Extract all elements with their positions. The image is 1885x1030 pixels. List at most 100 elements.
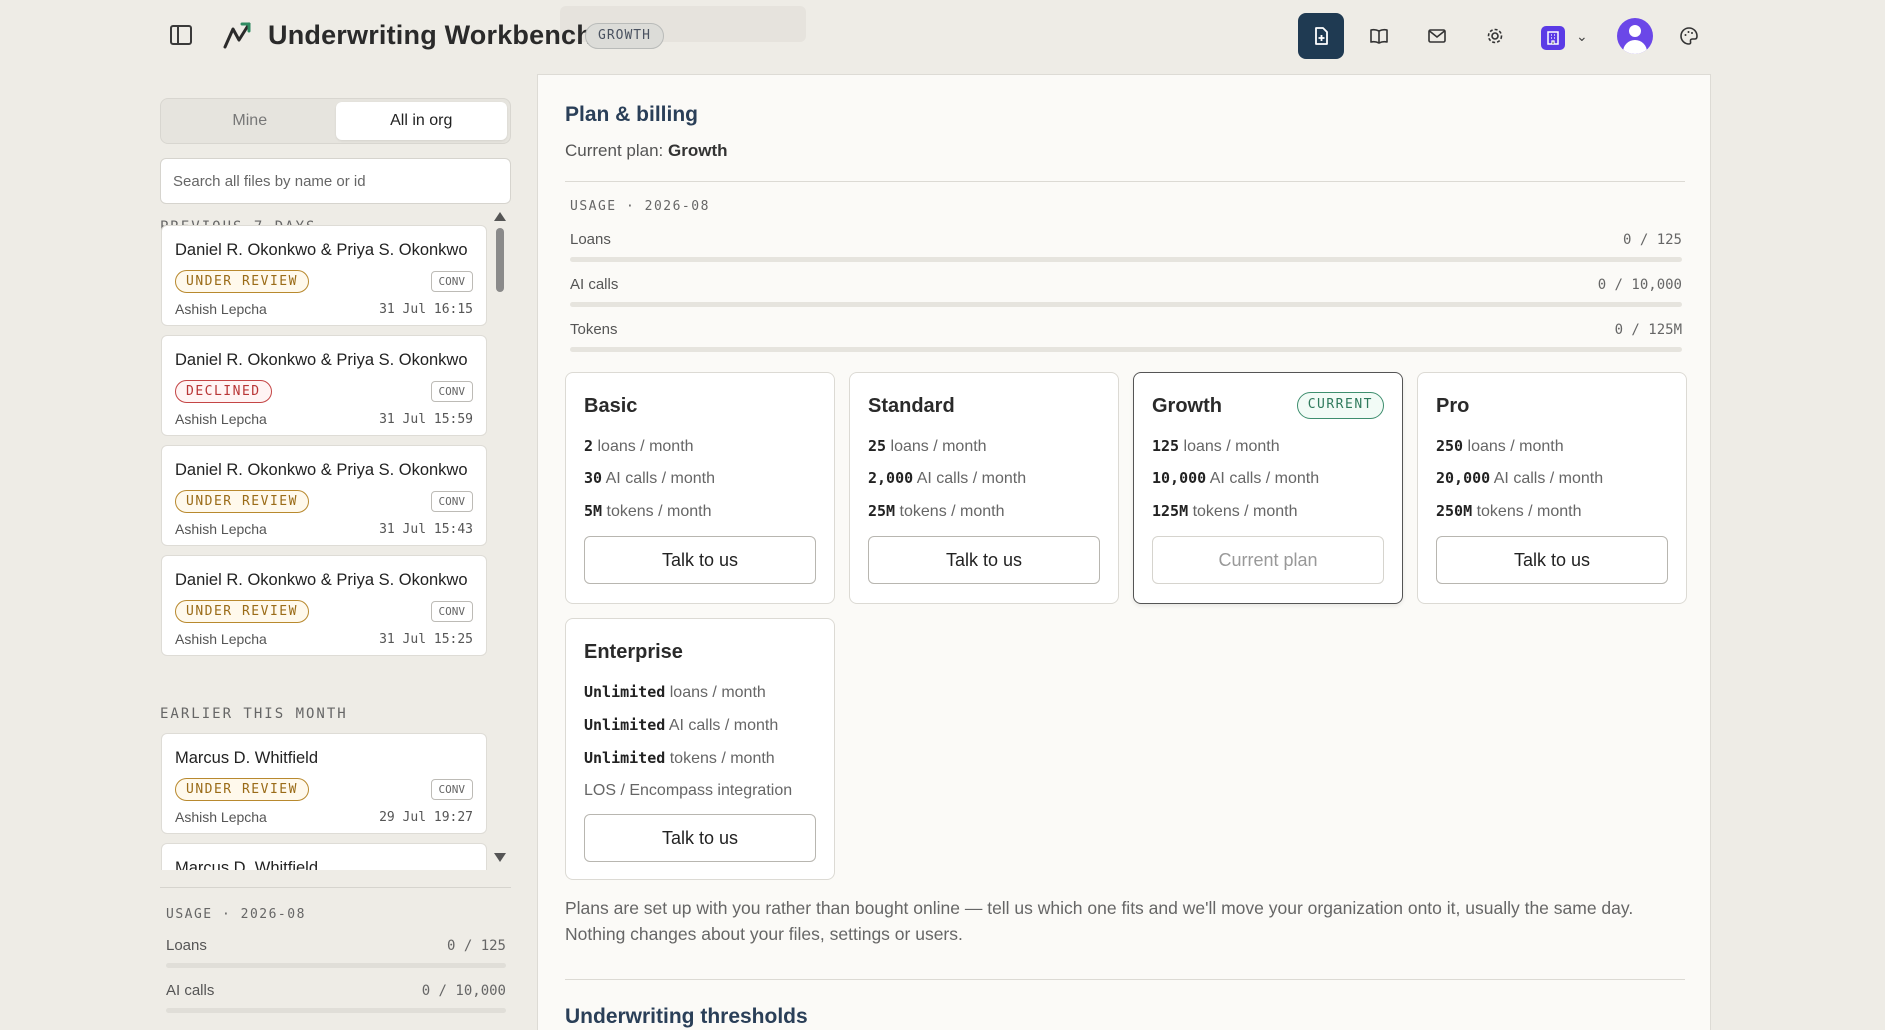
docs-button[interactable] xyxy=(1356,13,1402,59)
file-card[interactable]: Marcus D. Whitfield xyxy=(161,843,487,870)
meter-value: 0 / 10,000 xyxy=(1597,277,1682,293)
new-file-button[interactable] xyxy=(1298,13,1344,59)
plan-card-basic: Basic 2 loans / month 30 AI calls / mont… xyxy=(565,372,835,604)
file-sidebar: Mine All in org PREVIOUS 7 DAYS Daniel R… xyxy=(160,74,512,1030)
usage-meter-tokens: Tokens 0 / 125M xyxy=(570,321,1682,352)
file-card[interactable]: Daniel R. Okonkwo & Priya S. Okonkwo UND… xyxy=(161,555,487,656)
scroll-down-arrow-icon[interactable] xyxy=(494,853,506,862)
file-owner: Ashish Lepcha xyxy=(175,631,267,647)
file-list: Daniel R. Okonkwo & Priya S. Okonkwo UND… xyxy=(160,210,490,870)
section-title-thresholds: Underwriting thresholds xyxy=(565,1005,808,1028)
talk-to-us-button[interactable]: Talk to us xyxy=(584,536,816,584)
file-card[interactable]: Daniel R. Okonkwo & Priya S. Okonkwo DEC… xyxy=(161,335,487,436)
plan-feature: Unlimited AI calls / month xyxy=(584,716,779,734)
palette-icon xyxy=(1680,27,1698,45)
theme-button[interactable] xyxy=(1666,13,1712,59)
plan-feature: 125M tokens / month xyxy=(1152,502,1298,520)
file-name: Marcus D. Whitfield xyxy=(175,749,319,767)
sidebar-usage-label: USAGE · 2026-08 xyxy=(166,907,306,922)
tab-mine[interactable]: Mine xyxy=(164,102,336,140)
section-label-earlier-this-month: EARLIER THIS MONTH xyxy=(160,706,348,722)
page-title: Plan & billing xyxy=(565,103,699,126)
sidebar-toggle-icon[interactable] xyxy=(170,25,192,45)
file-card[interactable]: Daniel R. Okonkwo & Priya S. Okonkwo UND… xyxy=(161,225,487,326)
meter-label: Tokens xyxy=(570,321,618,338)
loan-type-badge: CONV xyxy=(430,271,473,292)
file-card[interactable]: Daniel R. Okonkwo & Priya S. Okonkwo UND… xyxy=(161,445,487,546)
book-open-icon xyxy=(1370,28,1388,44)
logo-icon xyxy=(223,22,251,49)
talk-to-us-button[interactable]: Talk to us xyxy=(584,814,816,862)
billing-panel: Plan & billing Current plan: Growth USAG… xyxy=(537,74,1711,1030)
meter-bar xyxy=(570,257,1682,262)
search-input[interactable] xyxy=(160,158,511,204)
sidebar-scrollbar[interactable] xyxy=(494,212,506,862)
divider xyxy=(160,887,511,888)
plan-card-growth: Growth CURRENT 125 loans / month 10,000 … xyxy=(1133,372,1403,604)
plan-feature: 2 loans / month xyxy=(584,437,694,455)
file-date: 31 Jul 15:25 xyxy=(379,632,473,647)
meter-label: AI calls xyxy=(570,276,619,293)
status-badge: DECLINED xyxy=(175,380,272,403)
loan-type-badge: CONV xyxy=(430,381,473,402)
file-owner: Ashish Lepcha xyxy=(175,301,267,317)
plan-name: Basic xyxy=(584,395,638,417)
messages-button[interactable] xyxy=(1414,13,1460,59)
file-name: Marcus D. Whitfield xyxy=(175,859,319,870)
app-title: Underwriting Workbench xyxy=(268,20,593,50)
meter-value: 0 / 125 xyxy=(446,938,506,954)
plans-note: Plans are set up with you rather than bo… xyxy=(565,898,1634,944)
meter-bar xyxy=(570,347,1682,352)
loan-type-badge: CONV xyxy=(430,779,473,800)
building-icon xyxy=(1547,31,1559,45)
plan-card-enterprise: Enterprise Unlimited loans / month Unlim… xyxy=(565,618,835,880)
tab-all-in-org[interactable]: All in org xyxy=(335,102,507,140)
file-name: Daniel R. Okonkwo & Priya S. Okonkwo xyxy=(175,351,468,369)
meter-label: Loans xyxy=(570,231,611,248)
scope-toggle: Mine All in org xyxy=(160,98,511,144)
current-plan-name: Growth xyxy=(668,141,728,160)
settings-button[interactable] xyxy=(1472,13,1518,59)
plan-feature: 20,000 AI calls / month xyxy=(1436,469,1604,487)
divider xyxy=(565,979,1685,980)
plan-name: Enterprise xyxy=(584,641,683,663)
plan-feature: 25M tokens / month xyxy=(868,502,1005,520)
chevron-down-icon[interactable]: ⌄ xyxy=(1576,28,1588,45)
plan-pill: GROWTH xyxy=(585,23,664,49)
loan-type-badge: CONV xyxy=(430,491,473,512)
meter-bar xyxy=(166,1008,506,1013)
file-owner: Ashish Lepcha xyxy=(175,809,267,825)
plan-name: Standard xyxy=(868,395,955,417)
file-plus-icon xyxy=(1315,27,1328,45)
scroll-up-arrow-icon[interactable] xyxy=(494,212,506,221)
plan-feature: 2,000 AI calls / month xyxy=(868,469,1027,487)
file-date: 31 Jul 15:43 xyxy=(379,522,473,537)
current-plan-line: Current plan: Growth xyxy=(565,141,728,161)
status-badge: UNDER REVIEW xyxy=(175,778,309,801)
org-switcher[interactable] xyxy=(1541,26,1565,50)
file-card[interactable]: Marcus D. Whitfield UNDER REVIEW CONV As… xyxy=(161,733,487,834)
talk-to-us-button[interactable]: Talk to us xyxy=(1436,536,1668,584)
file-date: 29 Jul 19:27 xyxy=(379,810,473,825)
current-plan-button: Current plan xyxy=(1152,536,1384,584)
scroll-thumb[interactable] xyxy=(496,228,504,292)
talk-to-us-button[interactable]: Talk to us xyxy=(868,536,1100,584)
meter-value: 0 / 10,000 xyxy=(421,983,506,999)
file-name: Daniel R. Okonkwo & Priya S. Okonkwo xyxy=(175,571,468,589)
meter-value: 0 / 125M xyxy=(1614,322,1682,338)
current-badge: CURRENT xyxy=(1296,392,1384,419)
sidebar-meter-loans: Loans 0 / 125 xyxy=(166,937,506,968)
loan-type-badge: CONV xyxy=(430,601,473,622)
status-badge: UNDER REVIEW xyxy=(175,490,309,513)
user-avatar[interactable] xyxy=(1617,18,1653,54)
usage-label: USAGE · 2026-08 xyxy=(570,199,710,214)
status-badge: UNDER REVIEW xyxy=(175,600,309,623)
file-owner: Ashish Lepcha xyxy=(175,521,267,537)
plan-feature: 25 loans / month xyxy=(868,437,987,455)
status-badge: UNDER REVIEW xyxy=(175,270,309,293)
sidebar-meter-ai-calls: AI calls 0 / 10,000 xyxy=(166,982,506,1013)
usage-meter-loans: Loans 0 / 125 xyxy=(570,231,1682,262)
plan-feature: 125 loans / month xyxy=(1152,437,1280,455)
plan-card-standard: Standard 25 loans / month 2,000 AI calls… xyxy=(849,372,1119,604)
plan-feature: 10,000 AI calls / month xyxy=(1152,469,1320,487)
